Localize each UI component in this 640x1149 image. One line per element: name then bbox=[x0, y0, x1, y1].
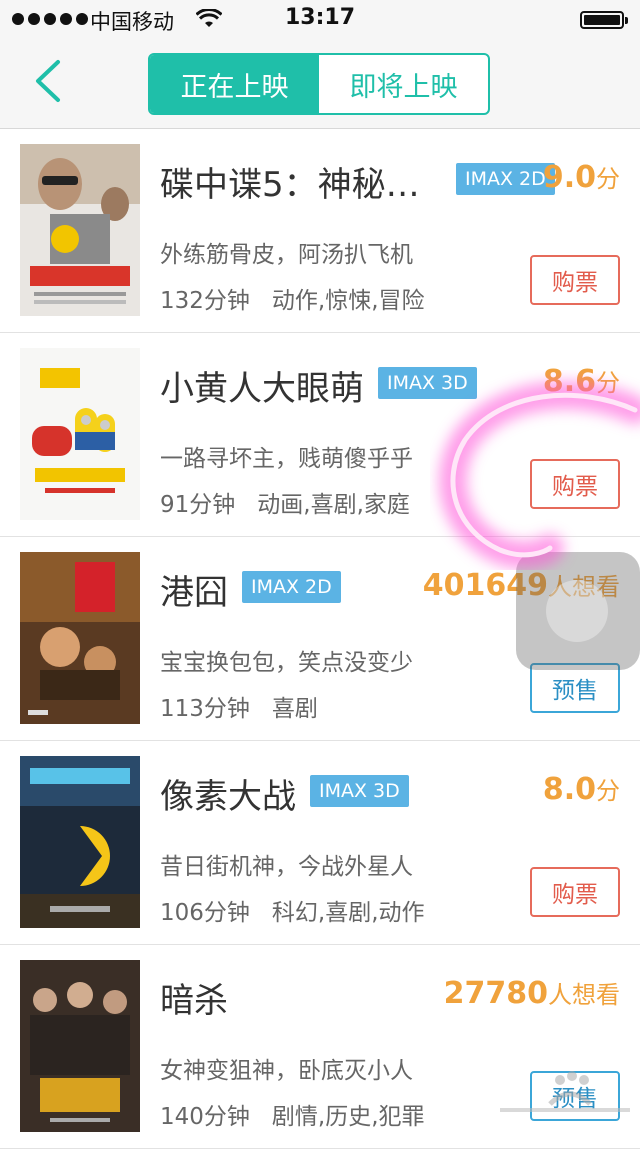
movie-score: 9.0分 bbox=[543, 159, 620, 195]
imax-badge: IMAX 2D bbox=[456, 163, 555, 195]
movie-genres: 喜剧 bbox=[271, 696, 318, 722]
status-bar: 中国移动 13:17 bbox=[0, 0, 640, 40]
movie-poster[interactable] bbox=[20, 552, 140, 724]
movie-title: 像素大战 bbox=[160, 777, 296, 817]
movie-title: 碟中谍5：神秘… bbox=[160, 165, 420, 205]
movie-tagline: 一路寻坏主，贱萌傻乎乎 bbox=[160, 446, 413, 472]
movie-tagline: 昔日街机神，今战外星人 bbox=[160, 854, 413, 880]
movie-duration: 140分钟 bbox=[160, 1104, 250, 1130]
movie-title: 暗杀 bbox=[160, 981, 228, 1021]
movie-duration: 91分钟 bbox=[160, 492, 236, 518]
nav-bar: 正在上映 即将上映 bbox=[0, 40, 640, 129]
movie-title: 港囧 bbox=[160, 573, 228, 613]
showing-segmented-control: 正在上映 即将上映 bbox=[148, 53, 490, 115]
movie-score: 8.6分 bbox=[543, 363, 620, 399]
imax-badge: IMAX 2D bbox=[242, 571, 341, 603]
movie-row[interactable]: 小黄人大眼萌 IMAX 3D 8.6分 一路寻坏主，贱萌傻乎乎 91分钟 动画,喜… bbox=[0, 333, 640, 537]
movie-duration: 113分钟 bbox=[160, 696, 250, 722]
status-time: 13:17 bbox=[284, 5, 356, 30]
movie-want-count: 27780人想看 bbox=[444, 975, 620, 1011]
movie-score: 8.0分 bbox=[543, 771, 620, 807]
score-value: 8.0 bbox=[542, 772, 596, 807]
buy-ticket-button[interactable]: 购票 bbox=[530, 459, 620, 509]
movie-poster[interactable] bbox=[20, 348, 140, 520]
movie-title: 小黄人大眼萌 bbox=[160, 369, 364, 409]
watermark-logo bbox=[500, 1071, 630, 1112]
movie-genres: 剧情,历史,犯罪 bbox=[271, 1104, 425, 1130]
movie-genres: 动画,喜剧,家庭 bbox=[257, 492, 410, 518]
battery-icon bbox=[580, 11, 628, 29]
movie-meta: 113分钟 喜剧 bbox=[160, 689, 318, 723]
assistive-touch-button[interactable] bbox=[516, 552, 640, 670]
movie-meta: 140分钟 剧情,历史,犯罪 bbox=[160, 1097, 425, 1131]
movie-duration: 106分钟 bbox=[160, 900, 250, 926]
movie-duration: 132分钟 bbox=[160, 288, 250, 314]
score-value: 9.0 bbox=[542, 160, 596, 195]
movie-row[interactable]: 像素大战 IMAX 3D 8.0分 昔日街机神，今战外星人 106分钟 科幻,喜剧… bbox=[0, 741, 640, 945]
movie-meta: 91分钟 动画,喜剧,家庭 bbox=[160, 485, 410, 519]
movie-row[interactable]: 碟中谍5：神秘… IMAX 2D 9.0分 外练筋骨皮，阿汤扒飞机 132分钟动… bbox=[0, 129, 640, 333]
presale-button[interactable]: 预售 bbox=[530, 663, 620, 713]
movie-tagline: 外练筋骨皮，阿汤扒飞机 bbox=[160, 242, 413, 268]
movie-meta: 132分钟 动作,惊悚,冒险 bbox=[160, 281, 425, 315]
imax-badge: IMAX 3D bbox=[310, 775, 409, 807]
score-value: 8.6 bbox=[542, 364, 596, 399]
movie-tagline: 宝宝换包包，笑点没变少 bbox=[160, 650, 413, 676]
imax-badge: IMAX 3D bbox=[378, 367, 477, 399]
score-unit: 分 bbox=[596, 369, 620, 397]
movie-poster[interactable] bbox=[20, 144, 140, 316]
movie-meta: 106分钟 科幻,喜剧,动作 bbox=[160, 893, 425, 927]
movie-genres: 科幻,喜剧,动作 bbox=[271, 900, 425, 926]
movie-genres: 动作,惊悚,冒险 bbox=[271, 288, 425, 314]
want-count-unit: 人想看 bbox=[548, 981, 620, 1009]
movie-tagline: 女神变狙神，卧底灭小人 bbox=[160, 1058, 413, 1084]
tab-coming-soon[interactable]: 即将上映 bbox=[319, 55, 488, 113]
buy-ticket-button[interactable]: 购票 bbox=[530, 867, 620, 917]
score-unit: 分 bbox=[596, 777, 620, 805]
tab-now-showing[interactable]: 正在上映 bbox=[150, 55, 319, 113]
want-count-value: 27780 bbox=[443, 976, 548, 1011]
back-arrow-icon[interactable] bbox=[30, 58, 70, 104]
movie-poster[interactable] bbox=[20, 756, 140, 928]
score-unit: 分 bbox=[596, 165, 620, 193]
movie-poster[interactable] bbox=[20, 960, 140, 1132]
buy-ticket-button[interactable]: 购票 bbox=[530, 255, 620, 305]
